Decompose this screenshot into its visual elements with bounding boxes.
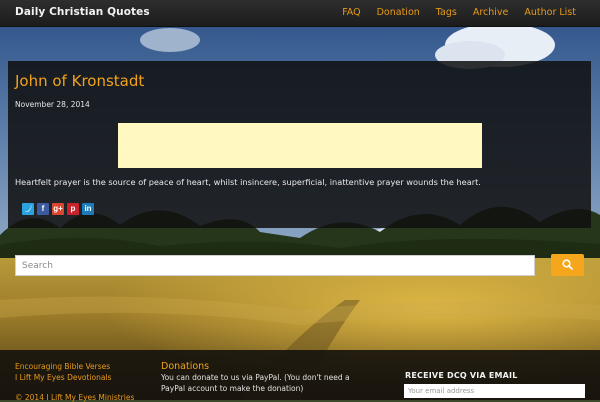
search-input[interactable]: [15, 255, 535, 276]
ad-banner: [118, 123, 482, 168]
quote-text: Heartfelt prayer is the source of peace …: [15, 177, 481, 187]
footer-link-bible-verses[interactable]: Encouraging Bible Verses: [15, 362, 110, 371]
pinterest-icon[interactable]: p: [67, 203, 79, 215]
nav-archive[interactable]: Archive: [473, 7, 509, 18]
share-buttons: f g+ p in: [22, 203, 94, 215]
post-date: November 28, 2014: [15, 100, 90, 109]
donations-heading: Donations: [161, 361, 210, 372]
facebook-icon[interactable]: f: [37, 203, 49, 215]
search-button[interactable]: [551, 254, 584, 276]
linkedin-icon[interactable]: in: [82, 203, 94, 215]
google-plus-icon[interactable]: g+: [52, 203, 64, 215]
site-title[interactable]: Daily Christian Quotes: [15, 6, 150, 18]
nav-tags[interactable]: Tags: [436, 7, 457, 18]
nav-donation[interactable]: Donation: [377, 7, 420, 18]
main-nav: FAQ Donation Tags Archive Author List: [326, 7, 576, 18]
footer-copyright: © 2014 I Lift My Eyes Ministries: [15, 393, 135, 402]
email-subscribe-heading: RECEIVE DCQ VIA EMAIL: [405, 371, 518, 380]
post-title[interactable]: John of Kronstadt: [15, 72, 144, 90]
nav-faq[interactable]: FAQ: [342, 7, 360, 18]
donations-text: You can donate to us via PayPal. (You do…: [161, 373, 350, 393]
quote-post: John of Kronstadt November 28, 2014 Hear…: [8, 61, 591, 228]
email-field[interactable]: [404, 384, 585, 398]
twitter-icon[interactable]: [22, 203, 34, 215]
search-icon: [562, 259, 573, 270]
footer-link-devotionals[interactable]: I Lift My Eyes Devotionals: [15, 373, 111, 382]
nav-author-list[interactable]: Author List: [524, 7, 576, 18]
top-navigation-bar: Daily Christian Quotes FAQ Donation Tags…: [0, 0, 600, 27]
